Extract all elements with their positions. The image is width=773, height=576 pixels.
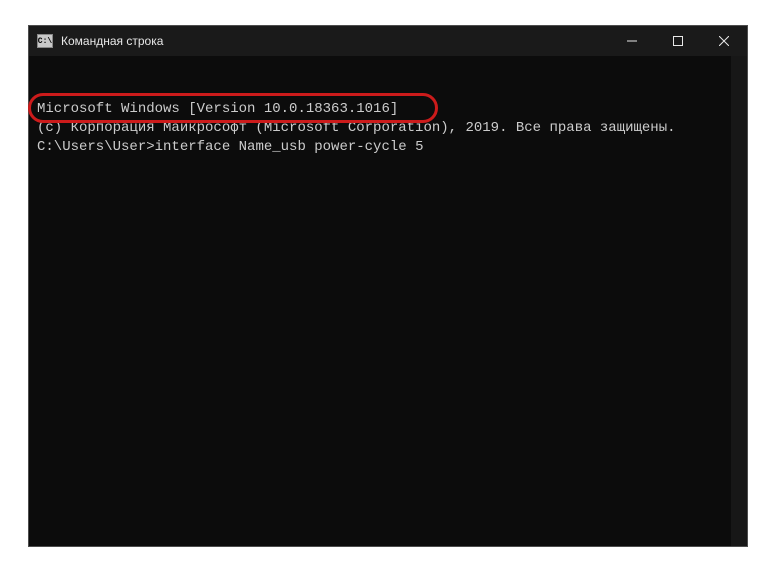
version-line: Microsoft Windows [Version 10.0.18363.10… [37,100,739,119]
command-prompt-window: C:\ Командная строка Microsoft [28,25,748,547]
copyright-line: (c) Корпорация Майкрософт (Microsoft Cor… [37,119,739,138]
close-button[interactable] [701,26,747,56]
maximize-icon [673,36,683,46]
cmd-icon: C:\ [37,34,53,48]
window-controls [609,26,747,56]
maximize-button[interactable] [655,26,701,56]
window-title: Командная строка [61,34,609,48]
prompt: C:\Users\User> [37,139,155,155]
close-icon [719,36,729,46]
cmd-icon-label: C:\ [38,37,52,46]
titlebar[interactable]: C:\ Командная строка [29,26,747,56]
command-input[interactable]: interface Name_usb power-cycle 5 [155,139,424,155]
minimize-button[interactable] [609,26,655,56]
scrollbar[interactable] [731,56,747,546]
terminal-output[interactable]: Microsoft Windows [Version 10.0.18363.10… [29,56,747,546]
minimize-icon [627,36,637,46]
